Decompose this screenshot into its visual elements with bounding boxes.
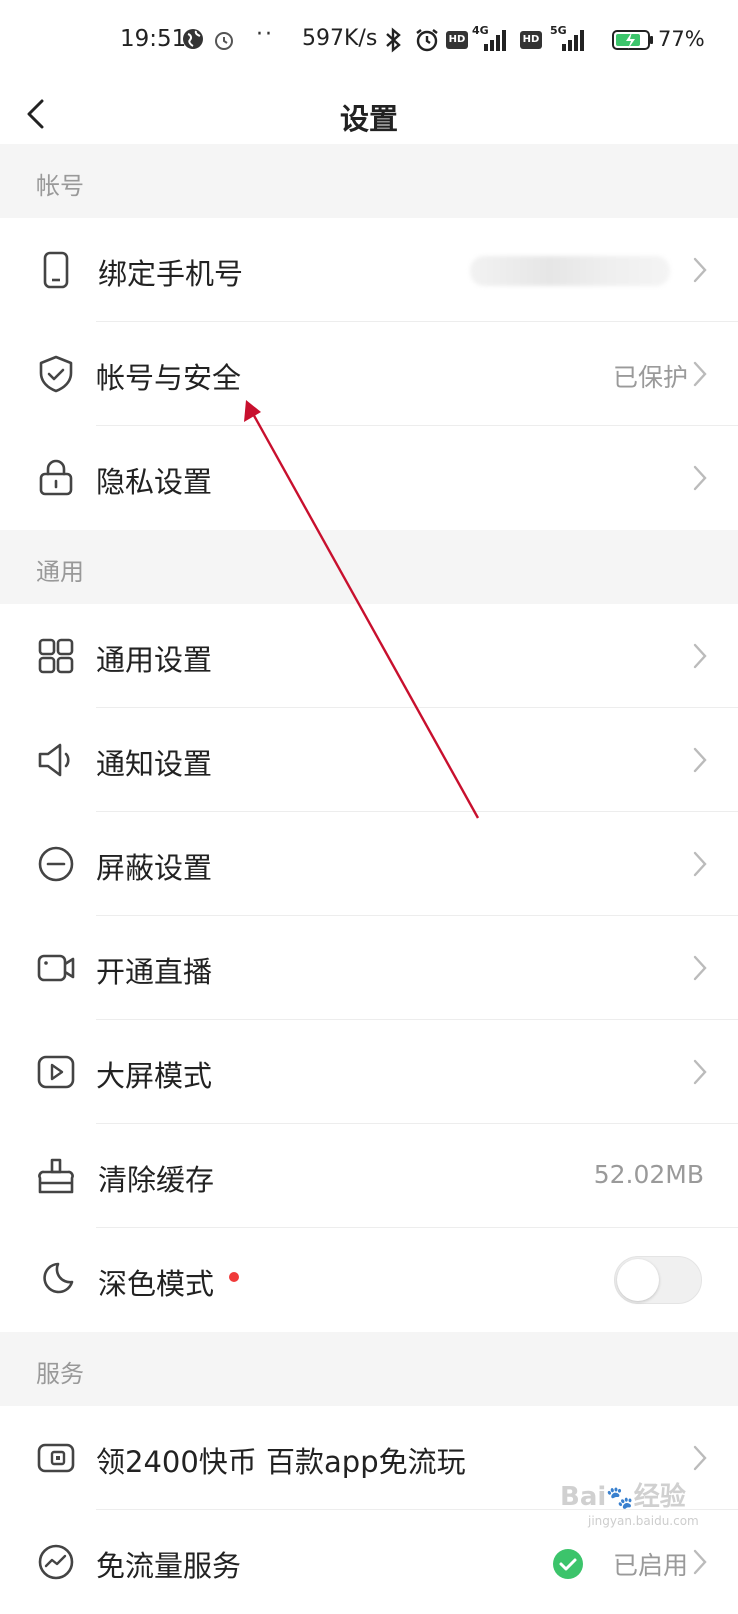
- battery-icon: [612, 30, 653, 50]
- play-icon: [37, 1055, 75, 1089]
- section-header-account: 帐号: [0, 144, 738, 218]
- row-label: 领2400快币 百款app免流玩: [96, 1445, 466, 1479]
- chevron-right-icon: [693, 257, 707, 283]
- row-label: 通用设置: [96, 643, 213, 677]
- status-time: 19:51: [120, 26, 187, 52]
- section-title: 通用: [36, 558, 84, 586]
- minus-circle-icon: [38, 846, 74, 882]
- row-clear-cache[interactable]: 清除缓存 52.02MB: [0, 1124, 738, 1228]
- chevron-right-icon: [693, 1059, 707, 1085]
- signal-icon: [562, 30, 584, 51]
- grid-icon: [38, 638, 74, 674]
- redacted-phone-number: [470, 256, 670, 286]
- row-block-settings[interactable]: 屏蔽设置: [0, 812, 738, 916]
- row-dark-mode[interactable]: 深色模式: [0, 1228, 738, 1332]
- row-account-security[interactable]: 帐号与安全 已保护: [0, 322, 738, 426]
- row-notification-settings[interactable]: 通知设置: [0, 708, 738, 812]
- shield-icon: [39, 355, 73, 393]
- hd-badge: HD: [446, 31, 468, 49]
- row-open-live[interactable]: 开通直播: [0, 916, 738, 1020]
- row-label: 清除缓存: [98, 1163, 215, 1197]
- row-label: 屏蔽设置: [96, 851, 213, 885]
- section-header-services: 服务: [0, 1332, 738, 1406]
- baidu-watermark: Bai🐾经验: [560, 1482, 686, 1512]
- network-speed: 597K/s: [302, 26, 378, 51]
- dark-mode-toggle[interactable]: [614, 1256, 702, 1304]
- phone-icon: [43, 251, 69, 289]
- chevron-right-icon: [693, 955, 707, 981]
- bluetooth-icon: [386, 27, 401, 53]
- section-title: 服务: [36, 1360, 84, 1388]
- cache-size: 52.02MB: [593, 1160, 704, 1189]
- video-camera-icon: [37, 954, 75, 982]
- chevron-right-icon: [693, 747, 707, 773]
- lock-icon: [39, 459, 73, 496]
- globe-icon: [183, 29, 203, 49]
- chevron-right-icon: [693, 851, 707, 877]
- watermark-url: jingyan.baidu.com: [588, 1514, 699, 1528]
- row-label: 免流量服务: [96, 1549, 242, 1583]
- battery-percent: 77%: [658, 27, 705, 51]
- row-value: 已启用: [612, 1551, 688, 1580]
- row-label: 开通直播: [96, 955, 213, 989]
- row-privacy[interactable]: 隐私设置: [0, 426, 738, 530]
- row-label: 深色模式: [98, 1267, 215, 1301]
- check-circle-icon: [553, 1549, 583, 1579]
- alarm-icon: [215, 32, 233, 50]
- nav-bar: 设置: [0, 82, 738, 145]
- toggle-knob: [617, 1259, 659, 1301]
- row-label: 绑定手机号: [98, 257, 244, 291]
- row-label: 帐号与安全: [96, 361, 242, 395]
- page-title: 设置: [339, 102, 398, 136]
- row-value: 已保护: [612, 363, 688, 392]
- hd-badge: HD: [520, 31, 542, 49]
- row-label: 通知设置: [96, 747, 213, 781]
- row-bind-phone[interactable]: 绑定手机号: [0, 218, 738, 322]
- chevron-right-icon: [693, 1445, 707, 1471]
- section-title: 帐号: [36, 172, 84, 200]
- row-label: 大屏模式: [96, 1059, 213, 1093]
- speaker-icon: [38, 743, 70, 777]
- row-label: 隐私设置: [96, 465, 213, 499]
- chevron-right-icon: [693, 643, 707, 669]
- alarm-clock-icon: [416, 29, 438, 52]
- chevron-right-icon: [693, 1549, 707, 1575]
- moon-icon: [43, 1262, 74, 1294]
- row-big-screen-mode[interactable]: 大屏模式: [0, 1020, 738, 1124]
- row-general-settings[interactable]: 通用设置: [0, 604, 738, 708]
- trend-circle-icon: [38, 1544, 74, 1580]
- chevron-right-icon: [693, 465, 707, 491]
- broom-icon: [38, 1158, 74, 1194]
- status-dots: ··: [256, 22, 274, 47]
- status-bar: 19:51 ·· 597K/s HD 4G HD 5G 77%: [0, 0, 738, 82]
- chevron-right-icon: [693, 361, 707, 387]
- wallet-icon: [37, 1443, 75, 1473]
- signal-icon: [484, 30, 506, 51]
- new-badge-dot: [229, 1272, 239, 1282]
- section-header-general: 通用: [0, 530, 738, 604]
